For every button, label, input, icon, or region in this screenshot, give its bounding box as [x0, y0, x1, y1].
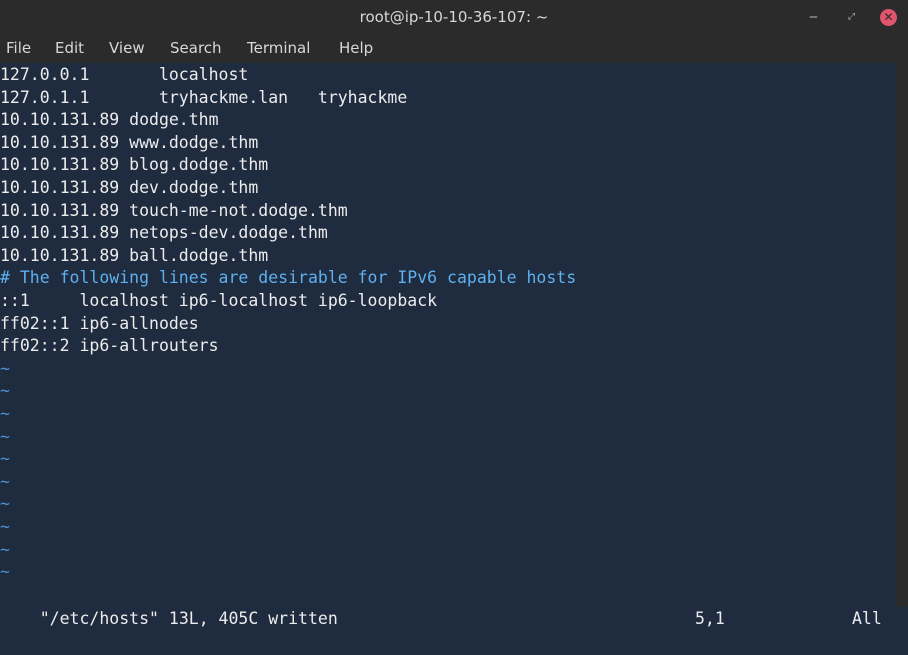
hosts-line: ::1 localhost ip6-localhost ip6-loopback: [0, 291, 438, 310]
cursor-position: 5,1: [695, 609, 725, 628]
menu-help[interactable]: Help: [339, 35, 373, 63]
menu-bar: File Edit View Search Terminal Help: [0, 35, 908, 63]
vim-status-line: "/etc/hosts" 13L, 405C written 5,1 All: [0, 583, 896, 628]
comment-line: # The following lines are desirable for …: [0, 268, 577, 288]
maximize-icon[interactable]: ⤢: [843, 9, 860, 26]
menu-file[interactable]: File: [6, 35, 31, 63]
hosts-line: 10.10.131.89 www.dodge.thm: [0, 132, 259, 152]
menu-search[interactable]: Search: [170, 35, 222, 63]
hosts-line: 10.10.131.89 dodge.thm: [0, 110, 219, 130]
menu-terminal[interactable]: Terminal: [247, 35, 310, 63]
empty-line-tilde: ~: [0, 471, 10, 491]
hosts-line: 10.10.131.89 netops-dev.dodge.thm: [0, 223, 328, 243]
terminal-text-area[interactable]: "/etc/hosts" 13L, 405C written 5,1 All 127…: [0, 63, 896, 628]
status-message: "/etc/hosts" 13L, 405C written: [39, 609, 338, 628]
minimize-icon[interactable]: ‒: [805, 9, 822, 26]
empty-line-tilde: ~: [0, 517, 10, 536]
empty-line-tilde: ~: [0, 449, 10, 469]
empty-line-tilde: ~: [0, 381, 10, 401]
title-bar: root@ip-10-10-36-107: ~ ‒ ⤢ ✕: [0, 0, 908, 35]
empty-line-tilde: ~: [0, 404, 10, 423]
scroll-percent: All: [852, 609, 882, 628]
hosts-line: 127.0.0.1 localhost: [0, 65, 249, 84]
hosts-line: 10.10.131.89 dev.dodge.thm: [0, 178, 259, 197]
scrollbar[interactable]: [896, 63, 908, 607]
empty-line-tilde: ~: [0, 358, 10, 378]
menu-view[interactable]: View: [109, 35, 145, 63]
window-title: root@ip-10-10-36-107: ~: [359, 8, 549, 26]
hosts-line: ff02::2 ip6-allrouters: [0, 336, 219, 356]
close-icon[interactable]: ✕: [880, 9, 897, 26]
empty-line-tilde: ~: [0, 494, 10, 514]
hosts-line: 10.10.131.89 touch-me-not.dodge.thm: [0, 200, 348, 220]
hosts-line: ff02::1 ip6-allnodes: [0, 313, 199, 333]
hosts-line: 10.10.131.89 blog.dodge.thm: [0, 155, 269, 175]
empty-line-tilde: ~: [0, 562, 10, 582]
menu-edit[interactable]: Edit: [55, 35, 84, 63]
empty-line-tilde: ~: [0, 539, 10, 559]
empty-line-tilde: ~: [0, 426, 10, 446]
hosts-line: 127.0.1.1 tryhackme.lan tryhackme: [0, 87, 408, 107]
hosts-line: 10.10.131.89 ball.dodge.thm: [0, 245, 269, 265]
